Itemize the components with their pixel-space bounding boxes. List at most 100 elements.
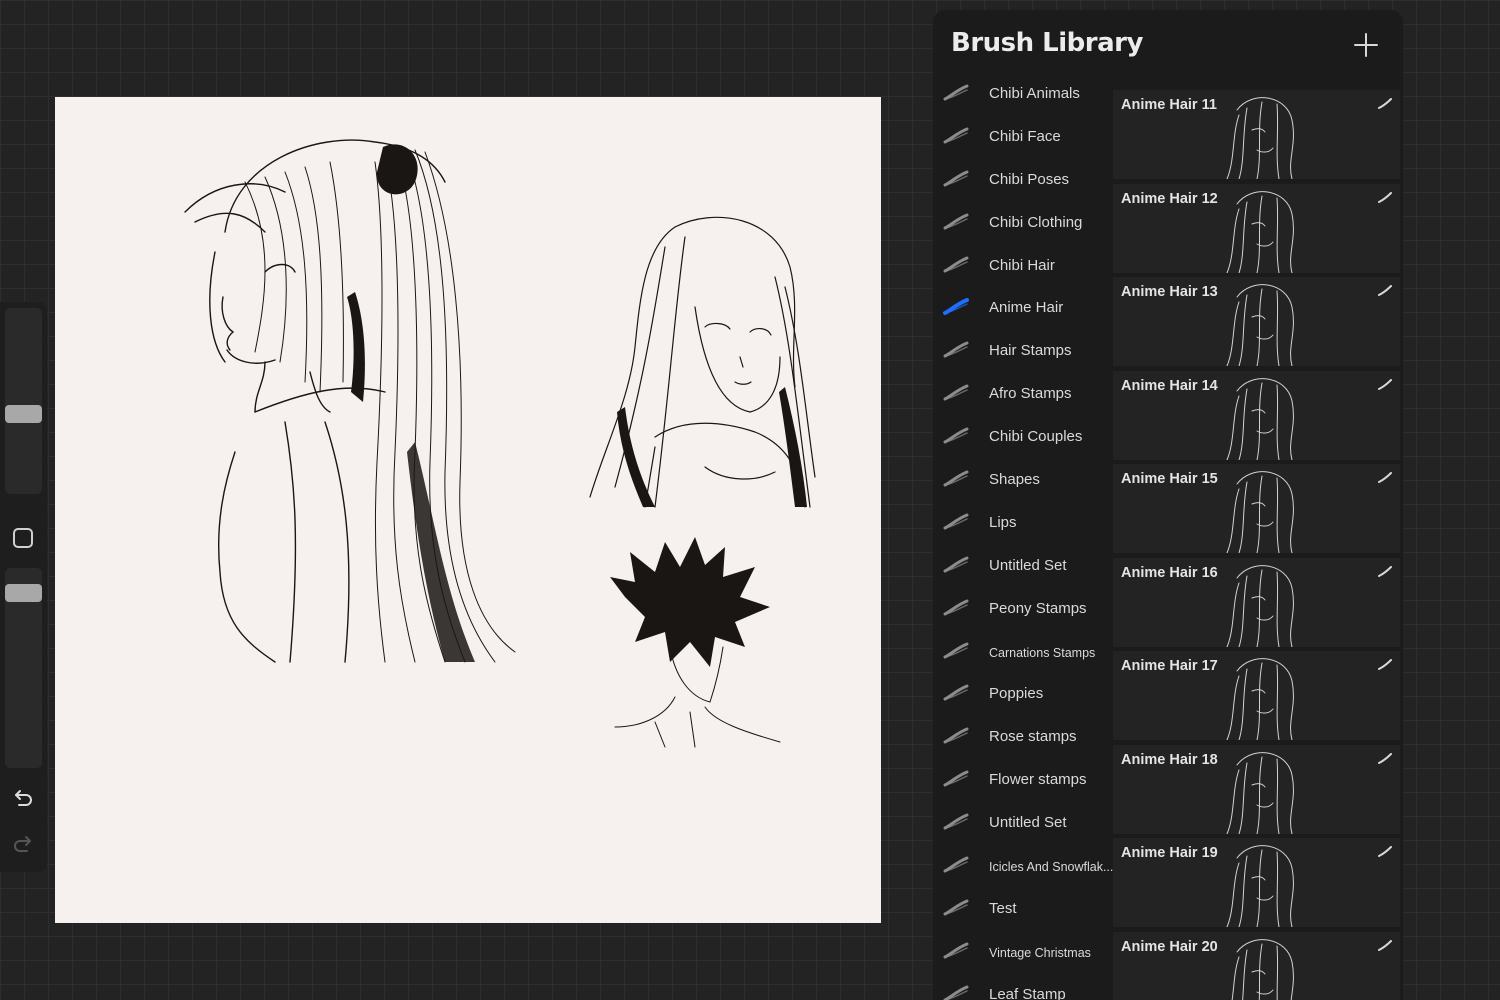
brush-set-label: Leaf Stamp xyxy=(989,985,1066,1000)
brush-preview-image xyxy=(1226,471,1294,553)
brush-set-label: Lips xyxy=(989,513,1017,531)
brush-stroke-icon xyxy=(943,556,969,573)
brush-stroke-icon xyxy=(943,298,969,316)
brush-set-item[interactable]: Chibi Hair xyxy=(933,246,1113,289)
brush-set-item[interactable]: Poppies xyxy=(933,674,1113,717)
brush-preview-image xyxy=(1226,751,1294,834)
brush-stroke-icon xyxy=(943,84,969,101)
brush-set-label: Carnations Stamps xyxy=(989,645,1096,660)
brush-set-item[interactable]: Icicles And Snowflak... xyxy=(933,846,1113,889)
brush-name: Anime Hair 12 xyxy=(1121,190,1218,207)
brush-set-item[interactable]: Hair Stamps xyxy=(933,331,1113,374)
redo-icon[interactable] xyxy=(11,832,35,856)
brush-set-item[interactable]: Chibi Animals xyxy=(933,74,1113,117)
brush-set-label: Vintage Christmas xyxy=(989,945,1091,960)
brush-stroke-icon xyxy=(1378,191,1392,203)
brush-item[interactable]: Anime Hair 11 xyxy=(1113,90,1400,179)
brush-set-item[interactable]: Chibi Couples xyxy=(933,417,1113,460)
brush-stroke-icon xyxy=(943,427,969,444)
brush-set-label: Chibi Clothing xyxy=(989,213,1083,231)
brush-set-label: Test xyxy=(989,899,1017,917)
brush-set-item[interactable]: Afro Stamps xyxy=(933,374,1113,417)
brush-set-item[interactable]: Chibi Face xyxy=(933,117,1113,160)
brush-stroke-icon xyxy=(1378,939,1392,951)
brush-set-label: Untitled Set xyxy=(989,814,1067,832)
brush-stroke-icon xyxy=(943,985,969,1000)
brush-set-label: Hair Stamps xyxy=(989,342,1072,360)
brush-preview-image xyxy=(1226,377,1294,460)
brush-stroke-icon xyxy=(943,813,969,830)
brush-size-thumb[interactable] xyxy=(5,405,42,423)
brush-size-slider[interactable] xyxy=(5,308,42,494)
brush-preview-image xyxy=(1226,190,1294,273)
brush-stroke-icon xyxy=(1378,752,1392,764)
brush-preview-image xyxy=(1226,284,1294,366)
brush-name: Anime Hair 11 xyxy=(1121,97,1217,113)
brush-item[interactable]: Anime Hair 17 xyxy=(1113,651,1400,740)
brush-stroke-icon xyxy=(943,684,969,701)
brush-set-item[interactable]: Lips xyxy=(933,503,1113,546)
brush-set-item[interactable]: Carnations Stamps xyxy=(933,632,1113,675)
brush-stroke-icon xyxy=(943,384,969,401)
brush-library-panel: Brush Library Chibi Animals Chibi Face Chi… xyxy=(933,10,1403,1000)
brush-set-label: Peony Stamps xyxy=(989,599,1087,617)
brush-stroke-icon xyxy=(943,341,969,358)
brush-name: Anime Hair 15 xyxy=(1121,471,1218,487)
brush-stroke-icon xyxy=(943,856,969,873)
brush-stroke-icon xyxy=(943,213,969,230)
long-hair-girl-sketch xyxy=(589,216,816,508)
brush-item[interactable]: Anime Hair 15 xyxy=(1113,464,1400,553)
brush-set-item[interactable]: Rose stamps xyxy=(933,717,1113,760)
brush-item[interactable]: Anime Hair 13 xyxy=(1113,277,1400,366)
brush-item[interactable]: Anime Hair 20 xyxy=(1113,931,1400,1000)
brush-set-item[interactable]: Chibi Clothing xyxy=(933,203,1113,246)
plus-icon[interactable] xyxy=(1353,32,1379,58)
brush-set-label: Poppies xyxy=(989,685,1044,703)
brush-name: Anime Hair 19 xyxy=(1121,845,1218,861)
side-toolbar xyxy=(0,302,47,872)
brush-stroke-icon xyxy=(943,727,969,744)
brush-set-label: Flower stamps xyxy=(989,771,1087,789)
brush-item[interactable]: Anime Hair 19 xyxy=(1113,838,1400,927)
brush-stroke-icon xyxy=(943,642,969,659)
brush-set-item[interactable]: Flower stamps xyxy=(933,760,1113,803)
brush-name: Anime Hair 14 xyxy=(1121,377,1218,394)
brush-set-item[interactable]: Anime Hair xyxy=(933,288,1113,331)
brush-preview-image xyxy=(1226,97,1294,179)
brush-set-label: Shapes xyxy=(989,471,1040,489)
brush-item[interactable]: Anime Hair 18 xyxy=(1113,744,1400,834)
brush-set-label: Chibi Poses xyxy=(989,170,1070,188)
brush-stroke-icon xyxy=(943,942,969,959)
brush-set-item[interactable]: Chibi Poses xyxy=(933,160,1113,203)
brush-set-item[interactable]: Untitled Set xyxy=(933,546,1113,589)
square-icon[interactable] xyxy=(13,528,33,548)
brush-set-item[interactable]: Vintage Christmas xyxy=(933,932,1113,975)
brush-set-item[interactable]: Shapes xyxy=(933,460,1113,503)
brush-set-item[interactable]: Leaf Stamp xyxy=(933,975,1113,1000)
opacity-thumb[interactable] xyxy=(5,584,42,602)
brush-item[interactable]: Anime Hair 14 xyxy=(1113,370,1400,460)
brush-stroke-icon xyxy=(1378,378,1392,390)
drawing-canvas[interactable] xyxy=(55,97,881,923)
brush-stroke-icon xyxy=(1378,565,1392,577)
brush-set-label: Untitled Set xyxy=(989,556,1067,574)
brush-preview-image xyxy=(1226,564,1294,647)
brush-set-label: Rose stamps xyxy=(989,728,1077,746)
brush-set-label: Anime Hair xyxy=(989,299,1064,317)
brush-name: Anime Hair 20 xyxy=(1121,938,1218,955)
brush-stroke-icon xyxy=(1378,472,1392,483)
brush-set-label: Chibi Hair xyxy=(989,256,1055,274)
brush-item[interactable]: Anime Hair 16 xyxy=(1113,557,1400,647)
undo-icon[interactable] xyxy=(11,786,35,810)
brush-set-item[interactable]: Untitled Set xyxy=(933,803,1113,846)
brush-stroke-icon xyxy=(943,170,969,187)
brush-stroke-icon xyxy=(943,599,969,616)
brush-stroke-icon xyxy=(1378,98,1392,109)
brush-stroke-icon xyxy=(943,513,969,530)
brush-item[interactable]: Anime Hair 12 xyxy=(1113,183,1400,273)
brush-set-item[interactable]: Test xyxy=(933,889,1113,932)
brush-stroke-icon xyxy=(1378,285,1392,296)
brush-stroke-icon xyxy=(943,127,969,144)
brush-set-item[interactable]: Peony Stamps xyxy=(933,589,1113,632)
brush-set-label: Afro Stamps xyxy=(989,385,1072,403)
